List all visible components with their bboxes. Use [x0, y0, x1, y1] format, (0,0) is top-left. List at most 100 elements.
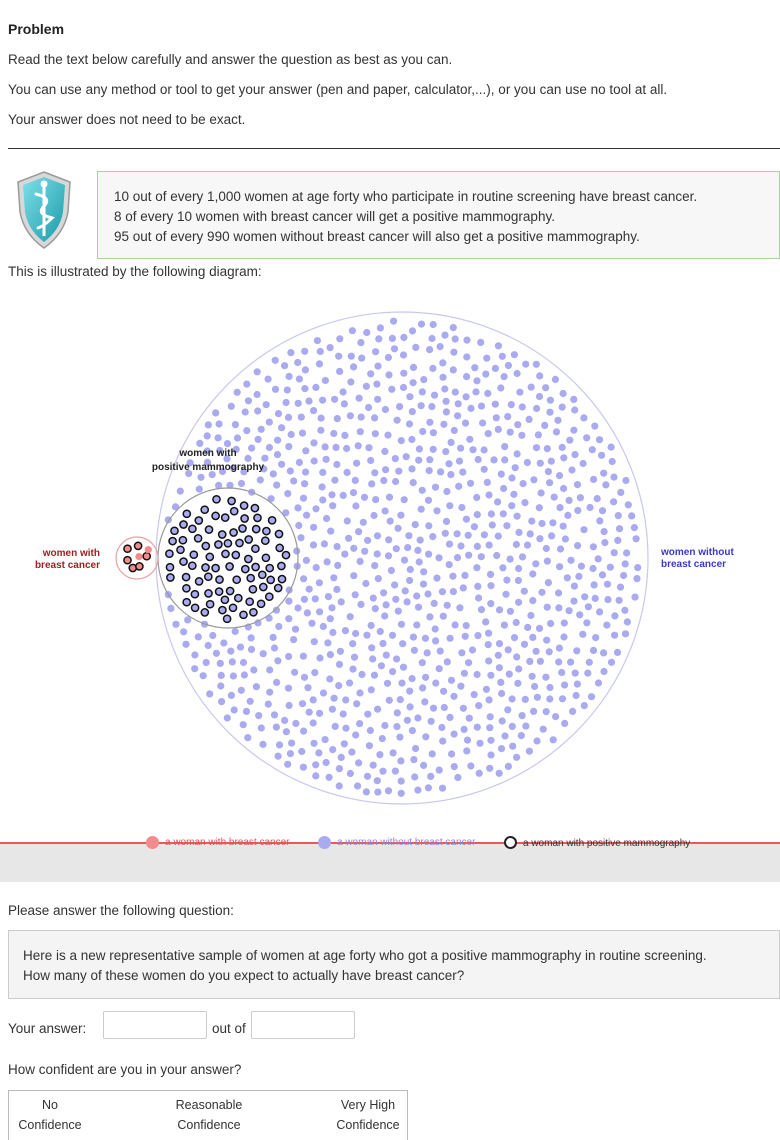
no-cancer-dot — [350, 572, 358, 580]
no-cancer-dot — [431, 483, 440, 491]
no-cancer-dot — [600, 649, 608, 657]
no-cancer-dot — [583, 619, 591, 627]
no-cancer-dot — [552, 713, 560, 721]
no-cancer-dot — [546, 683, 554, 692]
no-cancer-dot — [273, 481, 281, 489]
no-cancer-dot — [522, 360, 530, 368]
no-cancer-dot — [450, 426, 458, 435]
no-cancer-dot — [254, 435, 262, 443]
no-cancer-dot — [555, 644, 564, 652]
no-cancer-dot — [477, 553, 485, 561]
no-cancer-dot — [494, 342, 502, 350]
no-cancer-dot — [563, 574, 571, 582]
no-cancer-dot — [425, 522, 433, 530]
no-cancer-dot — [204, 421, 212, 429]
cancer-positive-dot — [135, 562, 144, 571]
no-cancer-dot — [339, 491, 347, 499]
no-cancer-dot — [576, 494, 585, 502]
no-cancer-dot — [298, 429, 307, 437]
no-cancer-dot — [410, 646, 418, 654]
no-cancer-dot — [180, 628, 188, 636]
no-cancer-dot — [554, 416, 562, 424]
no-cancer-dot — [391, 767, 399, 775]
no-cancer-dot — [566, 436, 574, 444]
no-cancer-dot — [447, 676, 456, 684]
no-cancer-dot — [471, 364, 479, 372]
no-cancer-dot — [610, 473, 618, 481]
no-cancer-dot — [172, 620, 180, 628]
no-cancer-dot — [291, 668, 299, 676]
no-cancer-dot — [507, 401, 515, 409]
no-cancer-dot — [294, 358, 302, 367]
no-cancer-dot — [330, 429, 338, 438]
no-cancer-dot — [431, 625, 439, 633]
no-cancer-dot — [501, 456, 509, 464]
confidence-scale: No Confidence Reasonable Confidence Very… — [8, 1090, 408, 1140]
no-cancer-dot — [310, 523, 318, 531]
no-cancer-dot — [370, 671, 379, 679]
no-cancer-dot — [218, 698, 226, 706]
no-cancer-dot — [285, 443, 293, 451]
confidence-option-very-high[interactable]: Very High Confidence — [327, 1095, 409, 1135]
no-cancer-dot — [364, 536, 372, 544]
no-cancer-dot — [358, 670, 366, 679]
no-cancer-dot — [392, 545, 400, 553]
no-cancer-dot — [275, 622, 283, 631]
no-cancer-dot — [541, 421, 549, 429]
no-cancer-dot — [579, 630, 587, 638]
no-cancer-dot — [285, 372, 293, 380]
cancer-dot — [135, 553, 143, 561]
no-cancer-positive-dot — [220, 595, 230, 605]
no-cancer-dot — [546, 408, 554, 416]
no-cancer-dot — [340, 740, 348, 748]
no-cancer-dot — [362, 579, 370, 588]
answer-denominator-input[interactable] — [251, 1011, 355, 1039]
no-cancer-dot — [244, 454, 252, 462]
no-cancer-dot — [547, 457, 555, 465]
no-cancer-dot — [335, 660, 344, 668]
no-cancer-dot — [560, 619, 568, 627]
no-cancer-dot — [252, 683, 260, 691]
no-cancer-dot — [401, 587, 409, 595]
no-cancer-dot — [514, 576, 523, 585]
no-cancer-dot — [508, 695, 516, 703]
no-cancer-positive-dot — [190, 603, 200, 613]
no-cancer-dot — [321, 376, 329, 385]
no-cancer-dot — [588, 446, 596, 454]
confidence-option-none[interactable]: No Confidence — [9, 1095, 91, 1135]
no-cancer-dot — [617, 488, 625, 496]
no-cancer-dot — [453, 554, 462, 562]
no-cancer-dot — [349, 640, 357, 648]
no-cancer-dot — [288, 739, 296, 747]
no-cancer-dot — [509, 742, 517, 750]
no-cancer-dot — [396, 403, 404, 411]
label-no-cancer-line1: women without — [660, 547, 734, 558]
no-cancer-dot — [408, 408, 416, 416]
no-cancer-dot — [341, 431, 349, 439]
no-cancer-dot — [485, 696, 493, 704]
no-cancer-positive-dot — [235, 538, 244, 548]
confidence-option-reasonable[interactable]: Reasonable Confidence — [159, 1095, 259, 1135]
no-cancer-positive-dot — [182, 583, 191, 593]
answer-numerator-input[interactable] — [103, 1011, 207, 1039]
no-cancer-dot — [283, 386, 291, 394]
no-cancer-dot — [367, 456, 375, 465]
label-cancer-line2: breast cancer — [35, 560, 100, 571]
no-cancer-positive-dot — [240, 514, 249, 523]
no-cancer-dot — [628, 512, 636, 520]
no-cancer-dot — [264, 700, 272, 708]
no-cancer-dot — [455, 482, 463, 490]
no-cancer-dot — [327, 527, 335, 535]
no-cancer-dot — [499, 510, 507, 518]
no-cancer-dot — [287, 430, 295, 439]
no-cancer-dot — [388, 385, 396, 393]
no-cancer-dot — [560, 633, 568, 641]
no-cancer-positive-dot — [232, 575, 242, 585]
no-cancer-dot — [600, 469, 608, 477]
no-cancer-dot — [191, 651, 199, 659]
no-cancer-dot — [388, 334, 396, 342]
no-cancer-dot — [549, 519, 557, 527]
no-cancer-dot — [450, 730, 458, 738]
no-cancer-dot — [295, 375, 303, 383]
no-cancer-dot — [495, 640, 504, 648]
